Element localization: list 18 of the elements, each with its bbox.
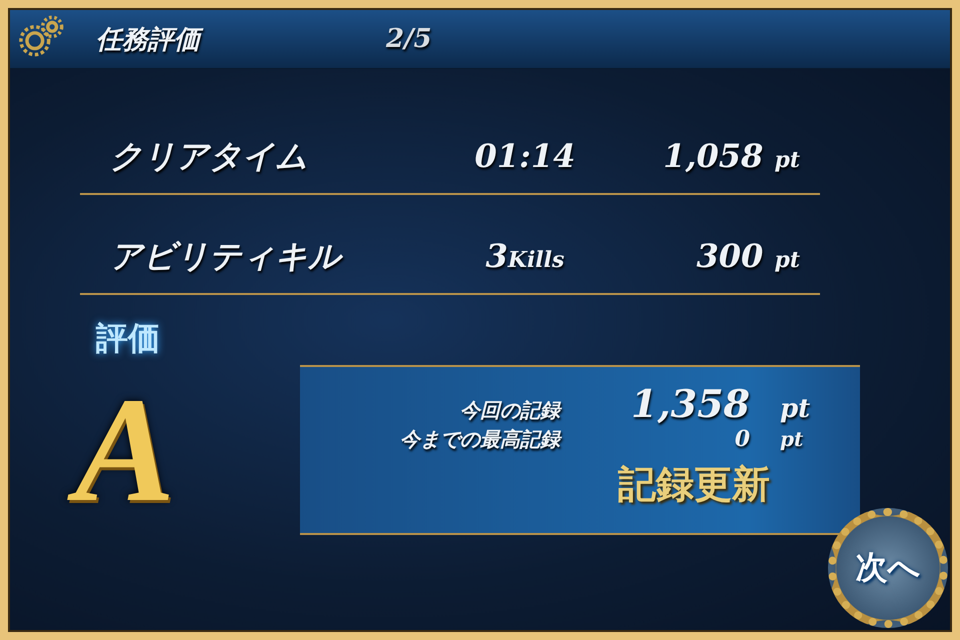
progress-counter: 2/5 (386, 24, 432, 54)
record-label: 今回の記録 (459, 397, 560, 424)
rating-label: 評価 (96, 318, 161, 359)
score-value: 01:14 (474, 137, 576, 175)
score-points: 300 pt (696, 237, 801, 275)
score-label: アビリティキル (110, 236, 344, 277)
score-value: 3Kills (484, 237, 566, 275)
record-unit: pt (780, 394, 810, 424)
score-label: クリアタイム (110, 136, 309, 177)
new-record-text: 記録更新 (618, 460, 771, 508)
record-label: 今までの最高記録 (399, 426, 560, 453)
next-button[interactable]: 次へ (828, 508, 948, 628)
record-value: 0 (734, 426, 750, 452)
screen-title: 任務評価 (96, 22, 386, 56)
record-unit: pt (780, 427, 804, 451)
score-points: 1,058 pt (662, 137, 801, 175)
grade-letter: A (10, 375, 240, 525)
record-value: 1,358 (630, 381, 750, 426)
